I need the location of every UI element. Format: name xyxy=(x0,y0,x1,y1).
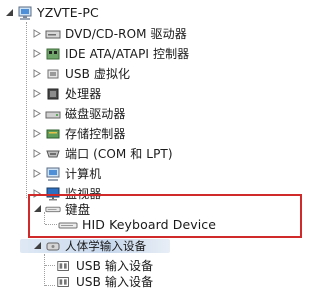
tree-line-branch xyxy=(45,224,57,225)
dvd-drive-icon xyxy=(45,26,61,42)
tree-item-storage-controllers[interactable]: 存储控制器 xyxy=(32,124,126,143)
item-label: 端口 (COM 和 LPT) xyxy=(65,147,173,161)
tree-item-hid[interactable]: 人体学输入设备 xyxy=(32,236,146,255)
collapse-arrow-icon[interactable] xyxy=(32,204,42,214)
tree-item-dvd[interactable]: DVD/CD-ROM 驱动器 xyxy=(32,24,187,43)
hid-icon xyxy=(45,238,61,254)
computer-icon xyxy=(45,166,61,182)
tree-item-usb-input-2[interactable]: USB 输入设备 xyxy=(56,272,153,291)
item-label: 人体学输入设备 xyxy=(65,238,147,253)
tree-item-ports[interactable]: 端口 (COM 和 LPT) xyxy=(32,144,173,163)
expand-arrow-icon[interactable] xyxy=(32,169,42,179)
item-label: DVD/CD-ROM 驱动器 xyxy=(65,27,187,41)
collapse-arrow-icon[interactable] xyxy=(32,241,42,251)
computer-icon xyxy=(17,5,33,21)
processor-icon xyxy=(45,86,61,102)
port-icon xyxy=(45,146,61,162)
expand-arrow-icon[interactable] xyxy=(32,89,42,99)
expand-arrow-icon[interactable] xyxy=(32,129,42,139)
hid-device-icon xyxy=(56,274,72,290)
storage-controller-icon xyxy=(45,126,61,142)
ide-controller-icon xyxy=(45,46,61,62)
device-label: USB 输入设备 xyxy=(76,275,154,289)
item-label: 计算机 xyxy=(65,167,102,181)
expand-arrow-icon[interactable] xyxy=(32,29,42,39)
tree-root[interactable]: YZVTE-PC xyxy=(4,3,99,22)
expand-arrow-icon[interactable] xyxy=(32,49,42,59)
tree-item-disk-drives[interactable]: 磁盘驱动器 xyxy=(32,104,126,123)
item-label: USB 虚拟化 xyxy=(65,67,131,81)
item-label: 存储控制器 xyxy=(65,127,126,141)
expand-arrow-icon[interactable] xyxy=(32,69,42,79)
tree-item-hid-keyboard-device[interactable]: HID Keyboard Device xyxy=(58,215,216,234)
tree-line-branch xyxy=(45,265,55,266)
tree-line-branch xyxy=(45,285,55,286)
device-tree: YZVTE-PC DVD/CD-ROM 驱动器 IDE ATA/ATAPI 控制… xyxy=(0,0,336,292)
expand-arrow-icon[interactable] xyxy=(32,149,42,159)
disk-drive-icon xyxy=(45,106,61,122)
root-label: YZVTE-PC xyxy=(37,5,99,20)
tree-item-usb-virtualization[interactable]: USB 虚拟化 xyxy=(32,64,130,83)
usb-icon xyxy=(45,66,61,82)
item-label: IDE ATA/ATAPI 控制器 xyxy=(65,47,190,61)
tree-item-processor[interactable]: 处理器 xyxy=(32,84,101,103)
tree-line-main xyxy=(26,22,27,198)
item-label: 处理器 xyxy=(65,87,102,101)
expand-arrow-icon[interactable] xyxy=(32,189,42,199)
device-label: HID Keyboard Device xyxy=(82,217,217,232)
tree-item-ide[interactable]: IDE ATA/ATAPI 控制器 xyxy=(32,44,189,63)
tree-line-hid xyxy=(44,254,45,286)
tree-item-computer[interactable]: 计算机 xyxy=(32,164,101,183)
item-label: 磁盘驱动器 xyxy=(65,107,126,121)
expand-arrow-icon[interactable] xyxy=(32,109,42,119)
collapse-arrow-icon[interactable] xyxy=(4,8,14,18)
keyboard-icon xyxy=(58,217,78,233)
